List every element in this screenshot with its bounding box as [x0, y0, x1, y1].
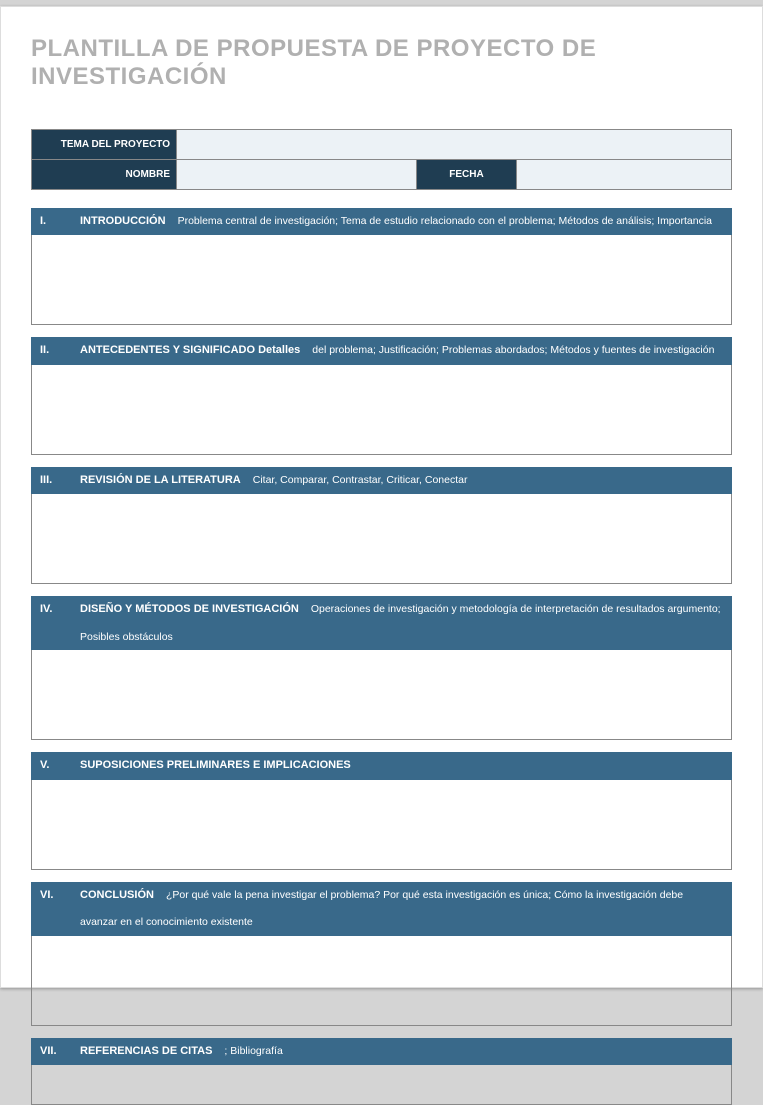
section-body[interactable]	[31, 235, 732, 325]
section-conclusion: VI. CONCLUSIÓN ¿Por qué vale la pena inv…	[31, 882, 732, 1026]
section-hint: del problema; Justificación; Problemas a…	[312, 343, 714, 358]
section-body[interactable]	[31, 650, 732, 740]
section-heading: REFERENCIAS DE CITAS	[80, 1044, 212, 1059]
section-heading: DISEÑO Y MÉTODOS DE INVESTIGACIÓN	[80, 602, 299, 617]
section-header: VI. CONCLUSIÓN ¿Por qué vale la pena inv…	[31, 882, 732, 936]
section-literature: III. REVISIÓN DE LA LITERATURA Citar, Co…	[31, 467, 732, 584]
page-title: PLANTILLA DE PROPUESTA DE PROYECTO DE IN…	[31, 35, 732, 91]
section-heading: SUPOSICIONES PRELIMINARES E IMPLICACIONE…	[80, 758, 351, 773]
section-background: II. ANTECEDENTES Y SIGNIFICADO Detalles …	[31, 337, 732, 454]
section-roman: VII.	[40, 1044, 68, 1059]
section-body[interactable]	[31, 780, 732, 870]
section-hint-cont: Posibles obstáculos	[40, 630, 723, 645]
section-roman: V.	[40, 758, 68, 773]
section-assumptions: V. SUPOSICIONES PRELIMINARES E IMPLICACI…	[31, 752, 732, 869]
section-header: II. ANTECEDENTES Y SIGNIFICADO Detalles …	[31, 337, 732, 364]
section-roman: II.	[40, 343, 68, 358]
section-header: VII. REFERENCIAS DE CITAS ; Bibliografía	[31, 1038, 732, 1065]
section-hint: Problema central de investigación; Tema …	[178, 214, 712, 229]
header-table: TEMA DEL PROYECTO NOMBRE FECHA	[31, 129, 732, 190]
section-body[interactable]	[31, 1065, 732, 1105]
section-roman: I.	[40, 214, 68, 229]
section-design: IV. DISEÑO Y MÉTODOS DE INVESTIGACIÓN Op…	[31, 596, 732, 740]
page: PLANTILLA DE PROPUESTA DE PROYECTO DE IN…	[0, 6, 763, 988]
name-label: NOMBRE	[32, 160, 177, 190]
section-heading: CONCLUSIÓN	[80, 888, 154, 903]
section-roman: VI.	[40, 888, 68, 903]
section-roman: III.	[40, 473, 68, 488]
section-introduction: I. INTRODUCCIÓN Problema central de inve…	[31, 208, 732, 325]
section-header: V. SUPOSICIONES PRELIMINARES E IMPLICACI…	[31, 752, 732, 779]
topic-label: TEMA DEL PROYECTO	[32, 130, 177, 160]
section-hint-cont: avanzar en el conocimiento existente	[40, 915, 723, 930]
section-heading: ANTECEDENTES Y SIGNIFICADO Detalles	[80, 343, 300, 358]
date-input[interactable]	[517, 160, 732, 190]
name-input[interactable]	[177, 160, 417, 190]
section-heading: REVISIÓN DE LA LITERATURA	[80, 473, 241, 488]
section-hint: Operaciones de investigación y metodolog…	[311, 602, 721, 617]
section-hint: ¿Por qué vale la pena investigar el prob…	[166, 888, 683, 903]
date-label: FECHA	[417, 160, 517, 190]
topic-input[interactable]	[177, 130, 732, 160]
section-hint: ; Bibliografía	[224, 1044, 282, 1059]
section-body[interactable]	[31, 936, 732, 1026]
section-references: VII. REFERENCIAS DE CITAS ; Bibliografía	[31, 1038, 732, 1105]
section-header: I. INTRODUCCIÓN Problema central de inve…	[31, 208, 732, 235]
section-header: III. REVISIÓN DE LA LITERATURA Citar, Co…	[31, 467, 732, 494]
section-body[interactable]	[31, 365, 732, 455]
section-body[interactable]	[31, 494, 732, 584]
section-roman: IV.	[40, 602, 68, 617]
section-hint: Citar, Comparar, Contrastar, Criticar, C…	[253, 473, 468, 488]
section-header: IV. DISEÑO Y MÉTODOS DE INVESTIGACIÓN Op…	[31, 596, 732, 650]
section-heading: INTRODUCCIÓN	[80, 214, 166, 229]
